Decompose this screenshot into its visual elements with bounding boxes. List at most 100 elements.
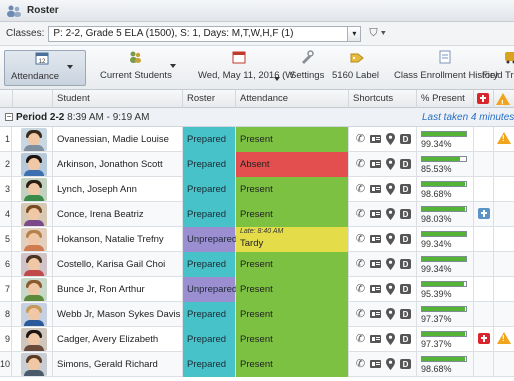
- details-icon[interactable]: D: [400, 308, 411, 320]
- filter-icon[interactable]: ⛉ ▾: [369, 27, 386, 40]
- table-row[interactable]: 5 Hokanson, Natalie Trefny Unprepared La…: [0, 227, 514, 252]
- roster-code[interactable]: Unprepared: [183, 227, 237, 252]
- avatar[interactable]: [21, 303, 47, 326]
- classes-select[interactable]: P: 2-2, Grade 5 ELA (1500), S: 1, Days: …: [48, 25, 349, 42]
- details-icon[interactable]: D: [400, 183, 411, 195]
- period-group-row[interactable]: − Period 2-2 8:39 AM - 9:19 AM Last take…: [0, 108, 514, 127]
- phone-icon[interactable]: ✆: [355, 258, 366, 270]
- table-row[interactable]: 9 Cadger, Avery Elizabeth Prepared Prese…: [0, 327, 514, 352]
- header-alert[interactable]: !: [494, 90, 514, 108]
- details-icon[interactable]: D: [400, 283, 411, 295]
- table-row[interactable]: 3 Lynch, Joseph Ann Prepared Present ✆ D: [0, 177, 514, 202]
- phone-icon[interactable]: ✆: [355, 208, 366, 220]
- table-row[interactable]: 10 Simons, Gerald Richard Prepared Prese…: [0, 352, 514, 377]
- attendance-status[interactable]: Absent: [236, 152, 349, 177]
- roster-code[interactable]: Prepared: [183, 302, 236, 327]
- avatar[interactable]: [21, 228, 47, 251]
- phone-icon[interactable]: ✆: [355, 308, 366, 320]
- table-row[interactable]: 1 Ovanessian, Madie Louise Prepared Pres…: [0, 127, 514, 152]
- phone-icon[interactable]: ✆: [355, 358, 366, 370]
- phone-icon[interactable]: ✆: [355, 183, 366, 195]
- attendance-status[interactable]: Present: [236, 352, 349, 377]
- id-card-icon[interactable]: [370, 283, 381, 295]
- phone-icon[interactable]: ✆: [355, 233, 366, 245]
- attendance-status[interactable]: Present: [236, 127, 349, 152]
- details-icon[interactable]: D: [400, 358, 411, 370]
- header-shortcuts[interactable]: Shortcuts: [349, 90, 417, 108]
- id-card-icon[interactable]: [370, 358, 381, 370]
- avatar[interactable]: [21, 153, 47, 176]
- roster-code[interactable]: Unprepared: [183, 277, 237, 302]
- student-name[interactable]: Ovanessian, Madie Louise: [53, 127, 183, 152]
- header-percent-present[interactable]: % Present: [417, 90, 474, 108]
- table-row[interactable]: 2 Arkinson, Jonathon Scott Prepared Abse…: [0, 152, 514, 177]
- student-name[interactable]: Costello, Karisa Gail Choi: [53, 252, 183, 277]
- location-pin-icon[interactable]: [385, 233, 396, 245]
- collapse-icon[interactable]: −: [5, 113, 13, 121]
- id-card-icon[interactable]: [370, 133, 381, 145]
- settings-button[interactable]: Settings: [288, 50, 328, 86]
- id-card-icon[interactable]: [370, 333, 381, 345]
- location-pin-icon[interactable]: [385, 358, 396, 370]
- header-student[interactable]: Student: [53, 90, 183, 108]
- phone-icon[interactable]: ✆: [355, 158, 366, 170]
- id-card-icon[interactable]: [370, 183, 381, 195]
- student-name[interactable]: Hokanson, Natalie Trefny: [53, 227, 183, 252]
- chevron-down-icon[interactable]: ▾: [347, 25, 362, 42]
- id-card-icon[interactable]: [370, 258, 381, 270]
- location-pin-icon[interactable]: [385, 258, 396, 270]
- roster-code[interactable]: Prepared: [183, 327, 236, 352]
- details-icon[interactable]: D: [400, 233, 411, 245]
- student-name[interactable]: Lynch, Joseph Ann: [53, 177, 183, 202]
- roster-code[interactable]: Prepared: [183, 252, 236, 277]
- avatar[interactable]: [21, 253, 47, 276]
- attendance-status[interactable]: Late: 8:40 AM Tardy: [236, 227, 349, 252]
- student-name[interactable]: Arkinson, Jonathon Scott: [53, 152, 183, 177]
- avatar[interactable]: [21, 278, 47, 301]
- attendance-status[interactable]: Present: [236, 302, 349, 327]
- alert-icon[interactable]: !: [497, 332, 511, 344]
- avatar[interactable]: [21, 328, 47, 351]
- avatar[interactable]: [21, 128, 47, 151]
- location-pin-icon[interactable]: [385, 208, 396, 220]
- label-5160-button[interactable]: 5160 Label: [330, 50, 386, 86]
- alert-icon[interactable]: !: [497, 132, 511, 144]
- header-medical[interactable]: [474, 90, 494, 108]
- details-icon[interactable]: D: [400, 333, 411, 345]
- id-card-icon[interactable]: [370, 233, 381, 245]
- roster-code[interactable]: Prepared: [183, 127, 236, 152]
- student-name[interactable]: Cadger, Avery Elizabeth: [53, 327, 183, 352]
- attendance-status[interactable]: Present: [236, 277, 349, 302]
- attendance-status[interactable]: Present: [236, 177, 349, 202]
- id-card-icon[interactable]: [370, 308, 381, 320]
- current-students-button[interactable]: Current Students: [92, 50, 178, 86]
- header-attendance[interactable]: Attendance: [236, 90, 349, 108]
- table-row[interactable]: 6 Costello, Karisa Gail Choi Prepared Pr…: [0, 252, 514, 277]
- location-pin-icon[interactable]: [385, 133, 396, 145]
- attendance-status[interactable]: Present: [236, 252, 349, 277]
- details-icon[interactable]: D: [400, 133, 411, 145]
- location-pin-icon[interactable]: [385, 283, 396, 295]
- table-row[interactable]: 4 Conce, Irena Beatriz Prepared Present …: [0, 202, 514, 227]
- student-name[interactable]: Bunce Jr, Ron Arthur: [53, 277, 183, 302]
- medical-icon[interactable]: [478, 208, 490, 219]
- location-pin-icon[interactable]: [385, 158, 396, 170]
- location-pin-icon[interactable]: [385, 183, 396, 195]
- avatar[interactable]: [21, 178, 47, 201]
- location-pin-icon[interactable]: [385, 333, 396, 345]
- id-card-icon[interactable]: [370, 208, 381, 220]
- medical-icon[interactable]: [478, 333, 490, 344]
- details-icon[interactable]: D: [400, 258, 411, 270]
- details-icon[interactable]: D: [400, 158, 411, 170]
- roster-code[interactable]: Prepared: [183, 352, 236, 377]
- student-name[interactable]: Simons, Gerald Richard: [53, 352, 183, 377]
- roster-code[interactable]: Prepared: [183, 202, 236, 227]
- student-name[interactable]: Conce, Irena Beatriz: [53, 202, 183, 227]
- header-roster-code[interactable]: Roster Code: [183, 90, 236, 122]
- phone-icon[interactable]: ✆: [355, 283, 366, 295]
- date-button[interactable]: Wed, May 11, 2016 (W: [196, 50, 294, 86]
- table-row[interactable]: 8 Webb Jr, Mason Sykes Davis Prepared Pr…: [0, 302, 514, 327]
- details-icon[interactable]: D: [400, 208, 411, 220]
- avatar[interactable]: [21, 353, 47, 376]
- student-name[interactable]: Webb Jr, Mason Sykes Davis: [53, 302, 183, 327]
